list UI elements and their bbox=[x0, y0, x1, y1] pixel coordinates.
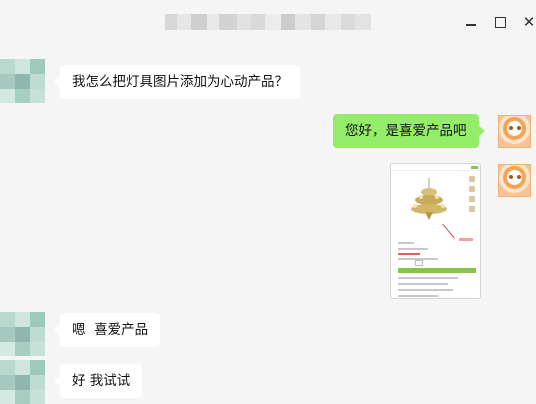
my-avatar[interactable] bbox=[498, 115, 531, 148]
contact-avatar[interactable] bbox=[0, 312, 45, 356]
message-bubble[interactable]: 您好，是喜爱产品吧 bbox=[333, 114, 484, 148]
contact-avatar[interactable] bbox=[0, 360, 45, 404]
product-page-screenshot[interactable] bbox=[390, 163, 481, 299]
chat-title-blurred bbox=[165, 14, 375, 30]
title-bar: ✕ bbox=[0, 0, 536, 44]
message-bubble[interactable]: 好 我试试 bbox=[53, 364, 143, 398]
close-icon[interactable]: ✕ bbox=[521, 13, 536, 31]
minimize-icon[interactable] bbox=[463, 14, 479, 30]
maximize-icon[interactable] bbox=[492, 14, 508, 30]
message-bubble[interactable]: 嗯 喜爱产品 bbox=[53, 313, 161, 347]
my-avatar[interactable] bbox=[498, 164, 531, 197]
message-bubble[interactable]: 我怎么把灯具图片添加为心动产品？ bbox=[54, 65, 300, 99]
chandelier-icon bbox=[411, 178, 447, 220]
contact-avatar[interactable] bbox=[0, 59, 45, 103]
